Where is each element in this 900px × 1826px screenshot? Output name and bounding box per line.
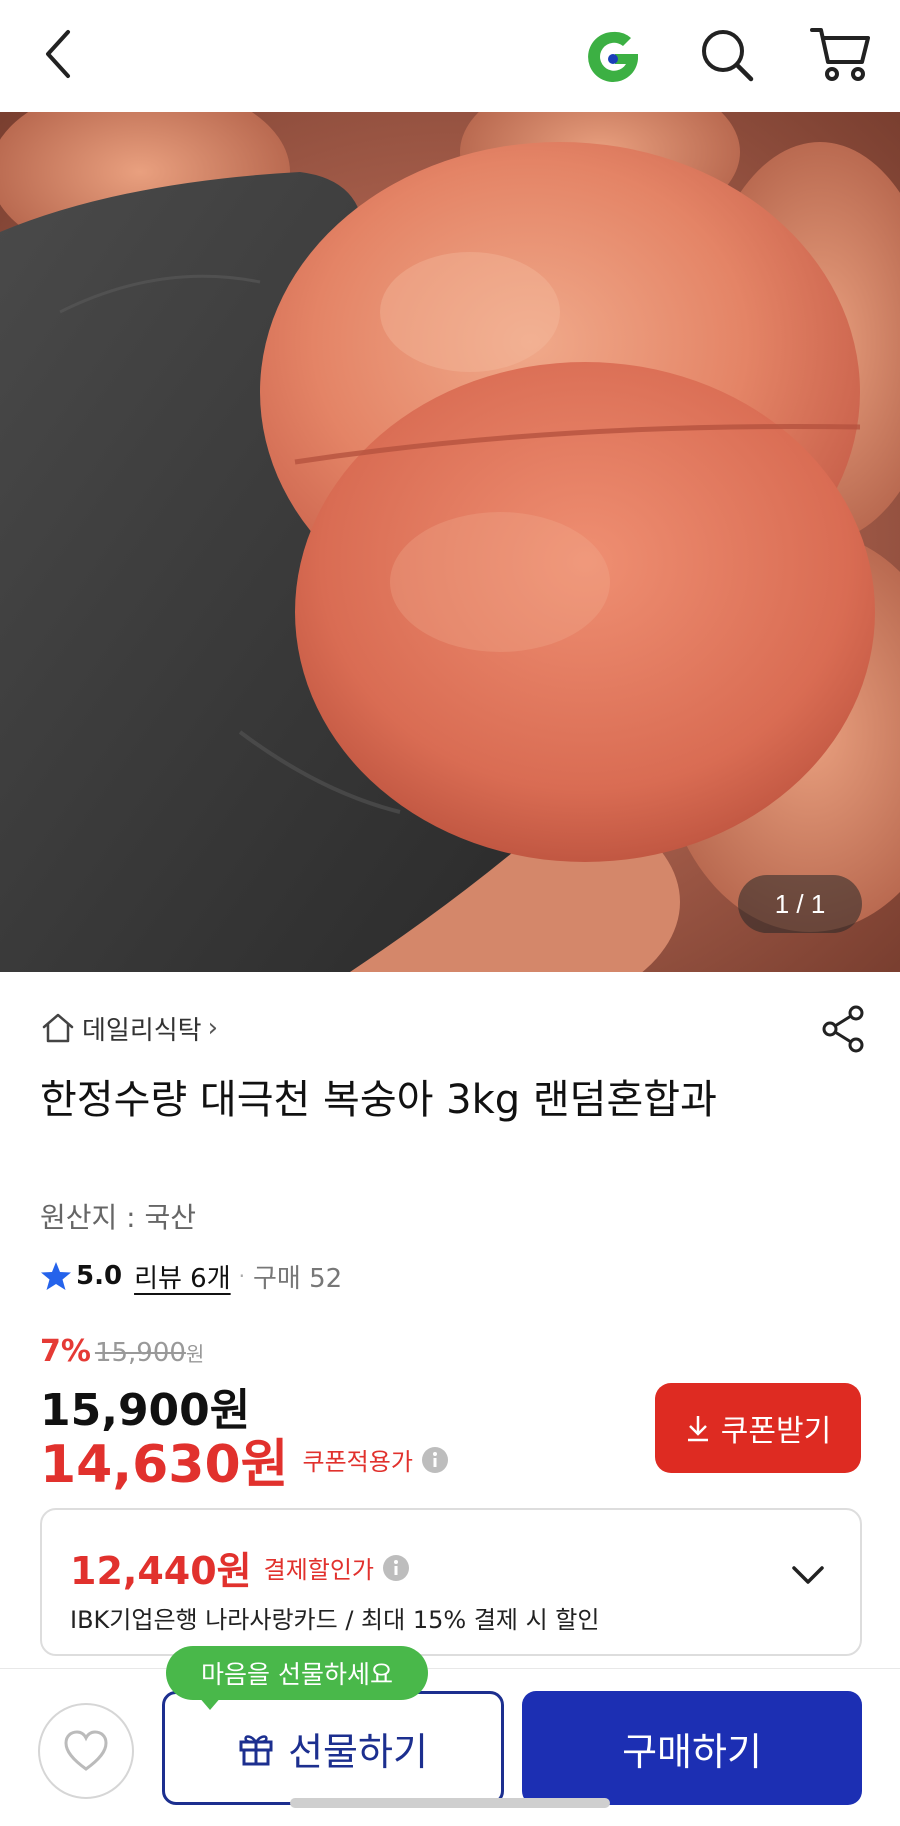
card-discount-description: IBK기업은행 나라사랑카드 / 최대 15% 결제 시 할인 [70, 1606, 600, 1634]
rating-score: 5.0 [76, 1261, 123, 1291]
home-indicator [290, 1798, 610, 1808]
buy-button[interactable]: 구매하기 [522, 1691, 862, 1805]
store-chevron-icon: › [207, 1013, 219, 1043]
product-origin: 원산지 : 국산 [40, 1201, 197, 1234]
home-icon [42, 1013, 74, 1043]
share-icon [822, 1005, 864, 1053]
star-icon [41, 1262, 71, 1290]
tooltip-tail [198, 1696, 222, 1710]
review-link[interactable]: 리뷰 6개 [134, 1258, 231, 1295]
search-icon [702, 30, 754, 82]
buy-button-label: 구매하기 [622, 1729, 762, 1774]
gmarket-g-logo [588, 31, 638, 82]
original-price-unit: 원 [185, 1342, 205, 1366]
discount-row: 7% 15,900 원 [40, 1334, 204, 1369]
top-bar [0, 0, 900, 112]
coupon-button-label: 쿠폰받기 [720, 1414, 832, 1449]
separator-dot: · [238, 1264, 245, 1288]
gmarket-logo[interactable] [582, 26, 644, 88]
card-price-row: 12,440원 결제할인가 [70, 1540, 410, 1595]
download-icon [687, 1416, 708, 1442]
original-price: 15,900 [94, 1338, 186, 1368]
rating-row: 5.0 리뷰 6개 · 구매 52 [40, 1256, 342, 1296]
coupon-price: 14,630원 [40, 1435, 289, 1495]
discount-rate: 7% [40, 1334, 91, 1369]
chevron-left-icon [46, 30, 70, 78]
cart-icon [810, 28, 870, 81]
search-button[interactable] [698, 26, 756, 84]
peach-photo [0, 112, 900, 972]
coupon-download-button[interactable]: 쿠폰받기 [655, 1383, 861, 1473]
info-icon[interactable] [382, 1554, 410, 1582]
coupon-price-label: 쿠폰적용가 [302, 1448, 413, 1476]
gift-tooltip: 마음을 선물하세요 [166, 1646, 428, 1700]
product-image[interactable] [0, 112, 900, 972]
gift-button-label: 선물하기 [288, 1729, 428, 1774]
store-name: 데일리식탁 [82, 1015, 202, 1046]
card-discount-price: 12,440원 [70, 1549, 252, 1593]
purchase-count: 구매 52 [253, 1263, 343, 1294]
card-discount-panel[interactable]: 12,440원 결제할인가 IBK기업은행 나라사랑카드 / 최대 15% 결제… [40, 1508, 862, 1656]
product-title: 한정수량 대극천 복숭아 3kg 랜덤혼합과 [40, 1077, 717, 1123]
gift-icon [239, 1735, 273, 1766]
chevron-down-icon[interactable] [786, 1558, 830, 1594]
image-counter: 1 / 1 [738, 875, 862, 933]
card-discount-label: 결제할인가 [263, 1556, 375, 1584]
info-icon[interactable] [421, 1446, 449, 1474]
share-button[interactable] [820, 1004, 866, 1054]
cart-button[interactable] [808, 24, 872, 84]
coupon-price-row: 14,630원 쿠폰적용가 [40, 1422, 449, 1497]
heart-icon [64, 1730, 108, 1771]
store-link[interactable]: 데일리식탁 › [40, 1008, 218, 1048]
back-button[interactable] [36, 26, 82, 82]
wishlist-button[interactable] [38, 1703, 134, 1799]
